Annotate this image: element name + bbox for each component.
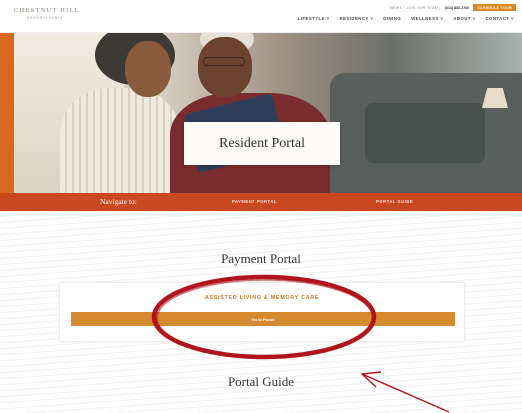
card-heading: ASSISTED LIVING & MEMORY CARE: [204, 295, 320, 301]
hero-photo-woman-face: [125, 41, 171, 97]
schedule-tour-button[interactable]: SCHEDULE TOUR: [473, 4, 516, 11]
phone-number[interactable]: (314) 833-3760: [445, 6, 470, 10]
navigate-bar: Navigate to: PAYMENT PORTAL PORTAL GUIDE: [0, 193, 522, 211]
hero-photo-pillow: [365, 103, 485, 163]
hero-banner: Resident Portal: [0, 33, 522, 193]
site-header: CHESTNUT HILL PENNSYLVANIA NEWS | JOIN O…: [0, 0, 522, 33]
go-to-portal-button[interactable]: Go to Portal: [71, 312, 455, 326]
main-content: Payment Portal ASSISTED LIVING & MEMORY …: [0, 211, 522, 413]
portal-guide-link[interactable]: PORTAL GUIDE: [376, 199, 413, 204]
hero-title-card: Resident Portal: [184, 122, 340, 165]
nav-item-residency[interactable]: RESIDENCY ˅: [340, 16, 374, 21]
utility-links[interactable]: NEWS | JOIN OUR TEAM |: [390, 6, 440, 10]
page-title: Resident Portal: [219, 135, 305, 151]
logo[interactable]: CHESTNUT HILL PENNSYLVANIA: [14, 7, 80, 20]
utility-bar: NEWS | JOIN OUR TEAM | (314) 833-3760 SC…: [390, 4, 516, 11]
main-nav: LIFESTYLE ˅ RESIDENCY ˅ DINING WELLNESS …: [298, 16, 514, 21]
nav-item-lifestyle[interactable]: LIFESTYLE ˅: [298, 16, 330, 21]
portal-guide-heading: Portal Guide: [227, 374, 295, 389]
hero-photo-woman: [60, 88, 180, 193]
payment-portal-link[interactable]: PAYMENT PORTAL: [232, 199, 277, 204]
nav-item-dining[interactable]: DINING: [383, 16, 401, 21]
payment-portal-heading: Payment Portal: [221, 251, 301, 266]
portal-card: ASSISTED LIVING & MEMORY CARE Go to Port…: [59, 282, 465, 342]
nav-item-about[interactable]: ABOUT ˅: [453, 16, 475, 21]
logo-sub-text: PENNSYLVANIA: [27, 16, 63, 20]
nav-item-wellness[interactable]: WELLNESS ˅: [411, 16, 443, 21]
logo-main-text: CHESTNUT HILL: [14, 7, 80, 14]
nav-item-contact[interactable]: CONTACT ˅: [485, 16, 514, 21]
navigate-label: Navigate to:: [100, 197, 137, 206]
hero-photo-glasses: [203, 57, 245, 66]
go-to-portal-label: Go to Portal: [251, 316, 275, 322]
hero-photo-man-face: [198, 37, 252, 97]
hero-accent-strip: [0, 33, 14, 193]
